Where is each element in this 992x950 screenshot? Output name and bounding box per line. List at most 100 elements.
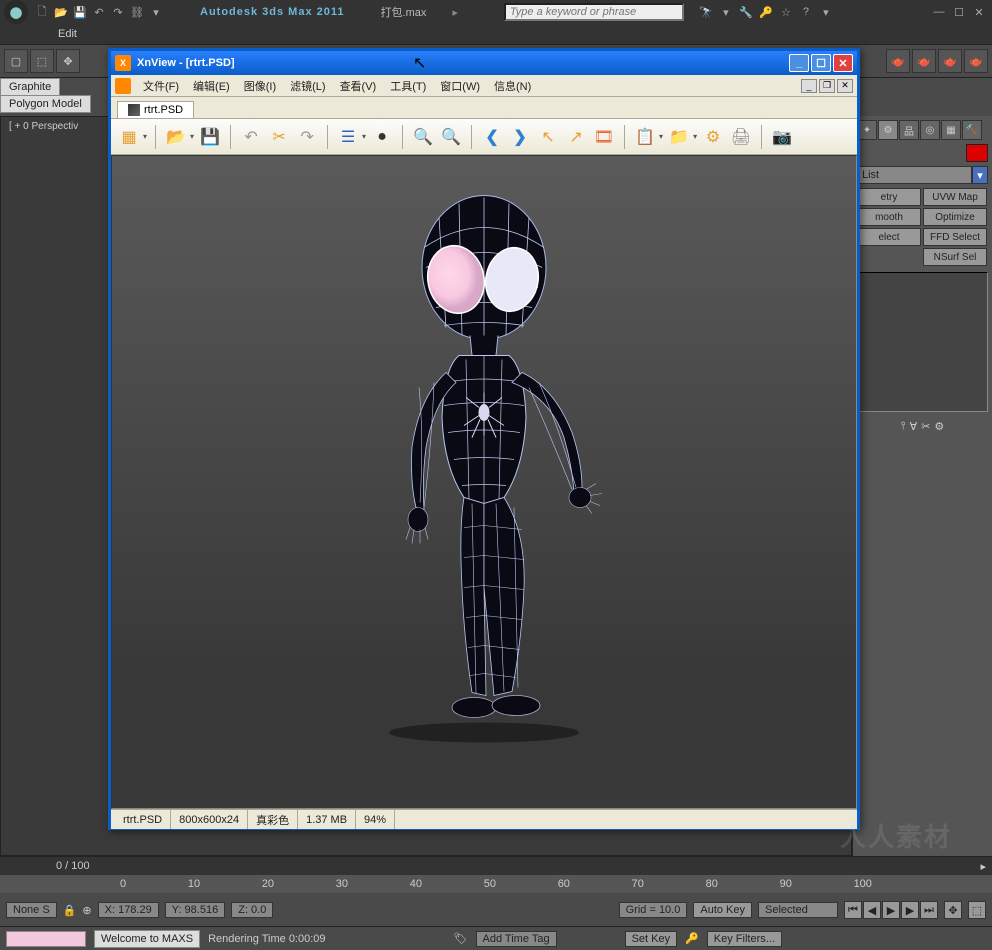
close-button[interactable]: ✕ — [833, 54, 853, 72]
browser-icon[interactable]: ▦ — [117, 125, 141, 149]
nav-icon[interactable]: ✥ — [944, 901, 962, 919]
max-app-logo[interactable]: ⬤ — [4, 0, 28, 24]
delete-icon[interactable]: ✂ — [921, 420, 930, 433]
next-frame-icon[interactable]: ▶ — [901, 901, 919, 919]
chevron-down-icon[interactable]: ▾ — [972, 166, 988, 184]
y-coord[interactable]: Y: 98.516 — [165, 902, 226, 918]
mdi-close[interactable]: ✕ — [837, 79, 853, 93]
print-icon[interactable]: 🖨 — [729, 125, 753, 149]
selection-set[interactable]: None S — [6, 902, 57, 918]
time-slider[interactable]: 0 / 100 ▸ — [0, 857, 992, 875]
open-folder-icon[interactable]: 📂 — [164, 125, 188, 149]
tab-utilities-icon[interactable]: 🔨 — [962, 120, 982, 140]
menu-info[interactable]: 信息(N) — [488, 77, 537, 95]
link-icon[interactable]: ⛓ — [129, 4, 145, 20]
chevron-right-icon[interactable]: ▸ — [452, 6, 458, 19]
list-icon[interactable]: ☰ — [336, 125, 360, 149]
star-icon[interactable]: ☆ — [778, 4, 794, 20]
chevron-down-icon[interactable]: ▾ — [818, 4, 834, 20]
show-icon[interactable]: ∀ — [910, 420, 918, 433]
mdi-restore[interactable]: ❐ — [819, 79, 835, 93]
prev-frame-icon[interactable]: ◀ — [863, 901, 881, 919]
autokey-button[interactable]: Auto Key — [693, 902, 752, 918]
file-tab[interactable]: rtrt.PSD — [117, 101, 194, 118]
tag-icon[interactable]: 🏷 — [454, 932, 468, 945]
dropdown-icon[interactable]: ▾ — [148, 4, 164, 20]
nav2-icon[interactable]: ⬚ — [968, 901, 986, 919]
xnview-titlebar[interactable]: X XnView - [rtrt.PSD] _ ☐ ✕ — [111, 51, 857, 75]
menu-tools[interactable]: 工具(T) — [384, 77, 432, 95]
z-coord[interactable]: Z: 0.0 — [231, 902, 273, 918]
x-coord[interactable]: X: 178.29 — [98, 902, 159, 918]
fullscreen-icon[interactable]: ● — [370, 125, 394, 149]
pin-icon[interactable]: ⫯ — [901, 420, 906, 433]
modifier-list-dropdown[interactable]: List ▾ — [857, 166, 988, 184]
open-icon[interactable]: 📂 — [53, 4, 69, 20]
menu-filter[interactable]: 滤镜(L) — [284, 77, 331, 95]
teapot2-icon[interactable]: 🫖 — [912, 49, 936, 73]
minimize-button[interactable]: — — [930, 4, 948, 20]
btn-geometry[interactable]: etry — [857, 188, 921, 206]
btn-optimize[interactable]: Optimize — [923, 208, 987, 226]
xnview-image-viewport[interactable] — [111, 155, 857, 809]
mdi-minimize[interactable]: _ — [801, 79, 817, 93]
zoom-out-icon[interactable]: 🔍 — [439, 125, 463, 149]
maximize-button[interactable]: ☐ — [811, 54, 831, 72]
menu-window[interactable]: 窗口(W) — [434, 77, 486, 95]
chevron-down-icon[interactable]: ▾ — [190, 132, 194, 141]
first-icon[interactable]: ↖ — [536, 125, 560, 149]
scroll-right-icon[interactable]: ▸ — [980, 860, 986, 873]
keyfilters-button[interactable]: Key Filters... — [707, 931, 782, 947]
key-mode[interactable]: Selected — [758, 902, 838, 918]
redo-icon[interactable]: ↷ — [110, 4, 126, 20]
chevron-down-icon[interactable]: ▾ — [693, 132, 697, 141]
settings-icon[interactable]: ⚙ — [701, 125, 725, 149]
menu-view[interactable]: 查看(V) — [334, 77, 383, 95]
setkey-button[interactable]: Set Key — [625, 931, 678, 947]
next-page-icon[interactable]: ❯ — [508, 125, 532, 149]
copy-icon[interactable]: 📋 — [633, 125, 657, 149]
chevron-down-icon[interactable]: ▾ — [659, 132, 663, 141]
wrench-icon[interactable]: 🔧 — [738, 4, 754, 20]
redo-icon[interactable]: ↷ — [295, 125, 319, 149]
add-time-tag[interactable]: Add Time Tag — [476, 931, 557, 947]
teapot4-icon[interactable]: 🫖 — [964, 49, 988, 73]
menu-edit[interactable]: Edit — [50, 28, 85, 40]
ribbon-polygon[interactable]: Polygon Model — [0, 95, 91, 113]
object-color-swatch[interactable] — [966, 144, 988, 162]
menu-image[interactable]: 图像(I) — [238, 77, 282, 95]
close-button[interactable]: ✕ — [970, 4, 988, 20]
key-icon[interactable]: 🔑 — [685, 932, 699, 945]
time-ruler[interactable]: 0 10 20 30 40 50 60 70 80 90 100 — [0, 875, 992, 893]
save-icon[interactable]: 💾 — [198, 125, 222, 149]
btn-smooth[interactable]: mooth — [857, 208, 921, 226]
menu-edit[interactable]: 编辑(E) — [187, 77, 236, 95]
btn-ffdselect[interactable]: FFD Select — [923, 228, 987, 246]
tab-create-icon[interactable]: ✦ — [857, 120, 877, 140]
tab-modify-icon[interactable]: ⚙ — [878, 120, 898, 140]
binoculars-icon[interactable]: 🔭 — [698, 4, 714, 20]
undo-icon[interactable]: ↶ — [91, 4, 107, 20]
btn-uvwmap[interactable]: UVW Map — [923, 188, 987, 206]
cut-icon[interactable]: ✂ — [267, 125, 291, 149]
lock-icon[interactable]: 🔒 — [63, 904, 77, 917]
chevron-down-icon[interactable]: ▾ — [143, 132, 147, 141]
last-icon[interactable]: ↗ — [564, 125, 588, 149]
maximize-button[interactable]: ☐ — [950, 4, 968, 20]
goto-end-icon[interactable]: ⏭ — [920, 901, 938, 919]
btn-nsurfsel[interactable]: NSurf Sel — [923, 248, 987, 266]
play-icon[interactable]: ▶ — [882, 901, 900, 919]
select-rect-icon[interactable]: ⬚ — [30, 49, 54, 73]
teapot3-icon[interactable]: 🫖 — [938, 49, 962, 73]
chevron-down-icon[interactable]: ▾ — [718, 4, 734, 20]
zoom-in-icon[interactable]: 🔍 — [411, 125, 435, 149]
select-icon[interactable]: ▢ — [4, 49, 28, 73]
chevron-down-icon[interactable]: ▾ — [362, 132, 366, 141]
tab-display-icon[interactable]: ▦ — [941, 120, 961, 140]
goto-start-icon[interactable]: ⏮ — [844, 901, 862, 919]
script-listener[interactable] — [6, 931, 86, 947]
help-icon[interactable]: ? — [798, 4, 814, 20]
acquire-icon[interactable]: 📷 — [770, 125, 794, 149]
btn-select[interactable]: elect — [857, 228, 921, 246]
key-icon[interactable]: 🔑 — [758, 4, 774, 20]
